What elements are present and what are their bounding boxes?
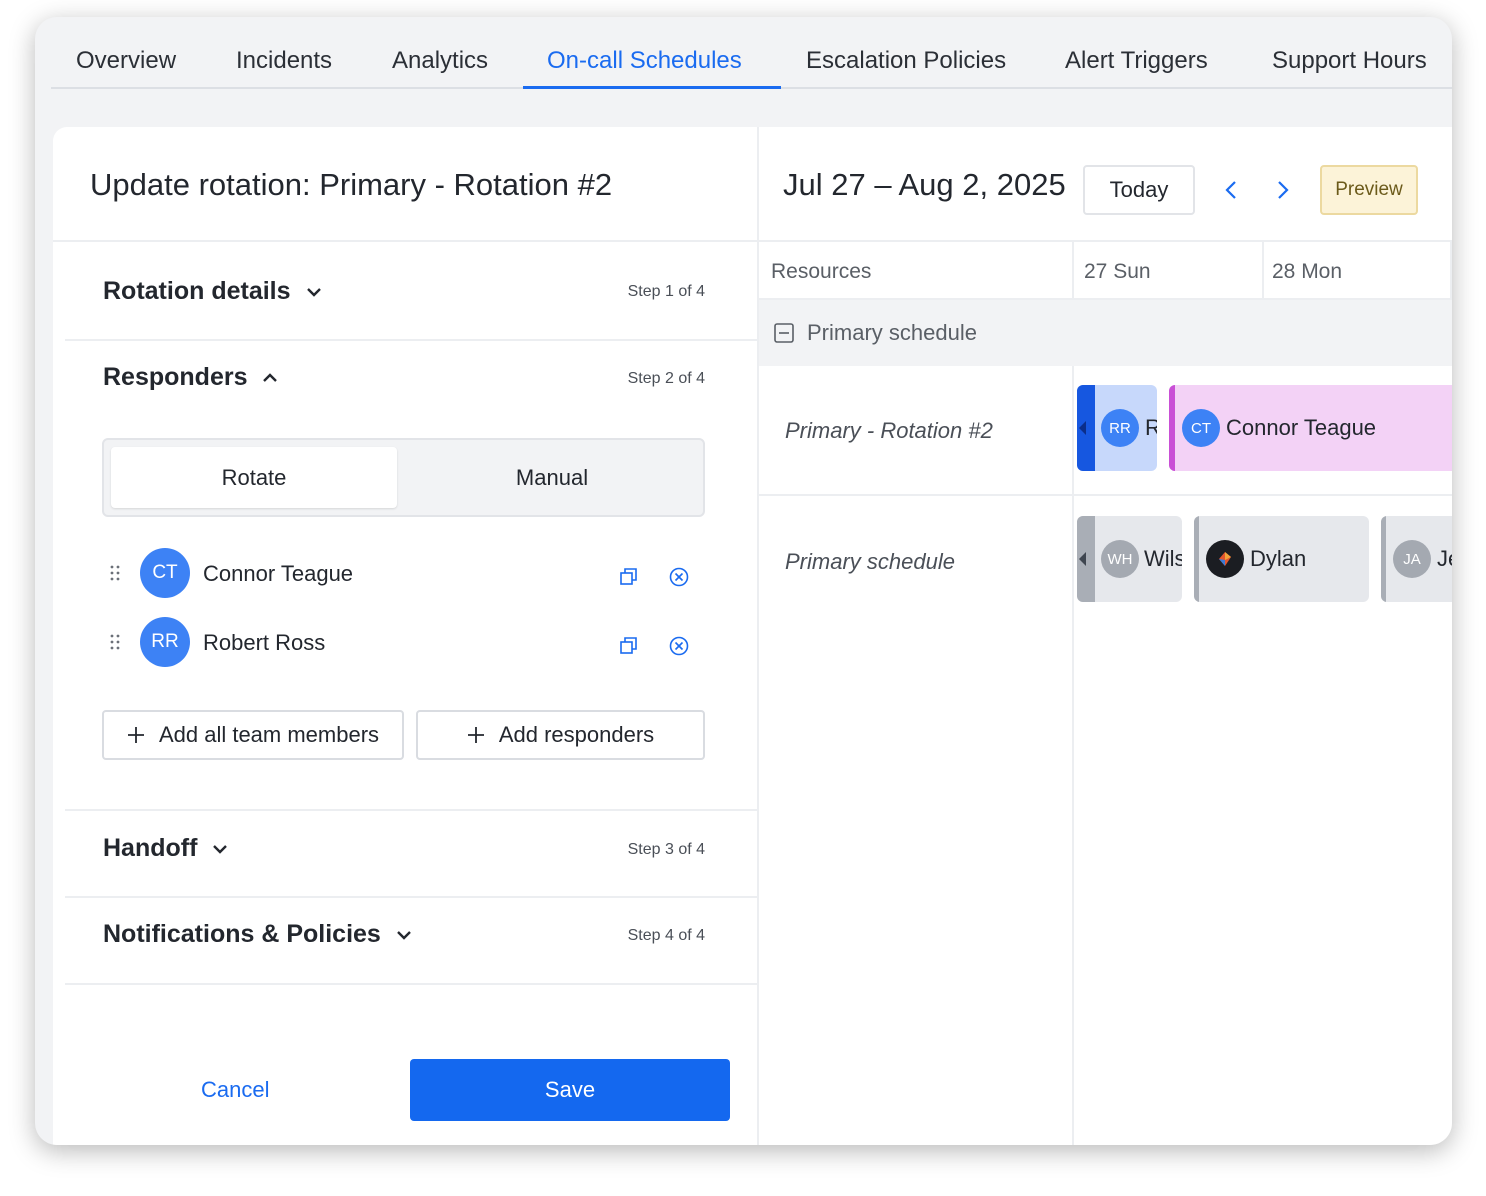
divider [65, 983, 775, 985]
schedule-group-row: Primary schedule [759, 300, 1452, 366]
tab-alert-triggers[interactable]: Alert Triggers [1065, 47, 1208, 75]
avatar: CT [140, 548, 190, 598]
save-button[interactable]: Save [410, 1059, 730, 1121]
responder-name: Connor Teague [203, 561, 354, 586]
responder-row: RR Robert Ross [103, 617, 703, 669]
chevron-down-icon [213, 844, 228, 854]
avatar: CT [1182, 409, 1220, 447]
responder-row: CT Connor Teague [103, 548, 703, 600]
drag-handle-icon[interactable] [109, 633, 121, 651]
event-name: Je [1437, 546, 1452, 571]
form-title: Update rotation: Primary - Rotation #2 [90, 167, 613, 202]
chevron-left-icon[interactable] [1221, 179, 1243, 201]
section-label: Responders [103, 363, 248, 391]
remove-circle-icon[interactable] [668, 635, 690, 657]
calendar-header: Resources 27 Sun 28 Mon [759, 240, 1452, 300]
button-label: Add responders [498, 722, 655, 747]
section-label: Notifications & Policies [103, 920, 381, 948]
divider [1072, 366, 1074, 1145]
plus-icon [127, 727, 144, 743]
rotation-mode-toggle: Rotate Manual [102, 438, 705, 517]
day-header: 27 Sun [1084, 260, 1151, 283]
tab-incidents[interactable]: Incidents [236, 47, 332, 75]
event-bar [1381, 516, 1386, 602]
today-button[interactable]: Today [1083, 165, 1195, 215]
event-bar [1194, 516, 1199, 602]
avatar: WH [1101, 540, 1139, 578]
divider [53, 240, 757, 242]
resource-label: Primary schedule [785, 549, 955, 574]
active-tab-indicator [523, 86, 781, 89]
add-responders-button[interactable]: Add responders [416, 710, 705, 760]
plus-icon [467, 727, 484, 743]
avatar: RR [1101, 409, 1139, 447]
shift-event[interactable]: CT Connor Teague [1169, 385, 1452, 471]
drag-handle-icon[interactable] [109, 564, 121, 582]
avatar: JA [1393, 540, 1431, 578]
continues-left-icon [1079, 421, 1086, 435]
schedule-preview-panel: Jul 27 – Aug 2, 2025 Today Preview Resou… [757, 127, 1452, 1145]
divider [1450, 242, 1452, 298]
chevron-up-icon [263, 372, 278, 382]
divider [65, 896, 775, 898]
event-name: Dylan [1250, 546, 1307, 571]
rotation-form-panel: Update rotation: Primary - Rotation #2 R… [53, 127, 775, 1145]
logo-icon [1219, 552, 1231, 566]
section-label: Rotation details [103, 277, 291, 305]
section-label: Handoff [103, 834, 198, 862]
step-indicator: Step 2 of 4 [627, 370, 705, 387]
date-range: Jul 27 – Aug 2, 2025 [783, 167, 1066, 202]
remove-circle-icon[interactable] [668, 566, 690, 588]
collapse-icon[interactable] [773, 322, 795, 344]
section-handoff[interactable]: Handoff [103, 834, 229, 863]
step-indicator: Step 3 of 4 [627, 841, 705, 858]
shift-event[interactable]: RR R [1077, 385, 1157, 471]
shift-event[interactable]: WH Wils [1077, 516, 1182, 602]
chevron-down-icon [396, 930, 411, 940]
tab-on-call-schedules[interactable]: On-call Schedules [547, 47, 742, 75]
top-tabs: Overview Incidents Analytics On-call Sch… [51, 17, 1452, 89]
section-rotation-details[interactable]: Rotation details [103, 277, 323, 306]
responder-name: Robert Ross [203, 630, 326, 655]
add-all-team-members-button[interactable]: Add all team members [102, 710, 404, 760]
divider [1072, 242, 1074, 298]
resources-header: Resources [771, 260, 872, 283]
event-bar [1169, 385, 1175, 471]
tab-support-hours[interactable]: Support Hours [1272, 47, 1427, 75]
tab-overview[interactable]: Overview [76, 47, 176, 75]
manual-option[interactable]: Manual [404, 447, 700, 508]
chevron-right-icon[interactable] [1271, 179, 1293, 201]
step-indicator: Step 4 of 4 [627, 927, 705, 944]
group-label: Primary schedule [807, 320, 977, 345]
section-responders[interactable]: Responders [103, 363, 279, 392]
duplicate-icon[interactable] [618, 566, 640, 588]
tab-escalation-policies[interactable]: Escalation Policies [806, 47, 1006, 75]
divider [65, 339, 775, 341]
day-header: 28 Mon [1272, 260, 1343, 283]
section-notifications-policies[interactable]: Notifications & Policies [103, 920, 413, 949]
event-name: R [1145, 415, 1157, 440]
event-name: Wils [1144, 546, 1182, 571]
event-name: Connor Teague [1226, 415, 1377, 440]
avatar: RR [140, 617, 190, 667]
tab-analytics[interactable]: Analytics [392, 47, 488, 75]
divider [1262, 242, 1264, 298]
shift-event[interactable]: JA Je [1381, 516, 1452, 602]
chevron-down-icon [306, 287, 321, 297]
step-indicator: Step 1 of 4 [627, 283, 705, 300]
duplicate-icon[interactable] [618, 635, 640, 657]
preview-badge[interactable]: Preview [1320, 165, 1418, 215]
divider [65, 809, 775, 811]
app-window: Overview Incidents Analytics On-call Sch… [35, 17, 1452, 1145]
shift-event[interactable]: Dylan [1194, 516, 1369, 602]
avatar [1206, 540, 1244, 578]
resource-label: Primary - Rotation #2 [785, 418, 993, 443]
continues-left-icon [1079, 552, 1086, 566]
button-label: Add all team members [158, 722, 380, 747]
cancel-button[interactable]: Cancel [201, 1077, 269, 1103]
rotate-option[interactable]: Rotate [111, 447, 397, 508]
divider [759, 494, 1452, 496]
